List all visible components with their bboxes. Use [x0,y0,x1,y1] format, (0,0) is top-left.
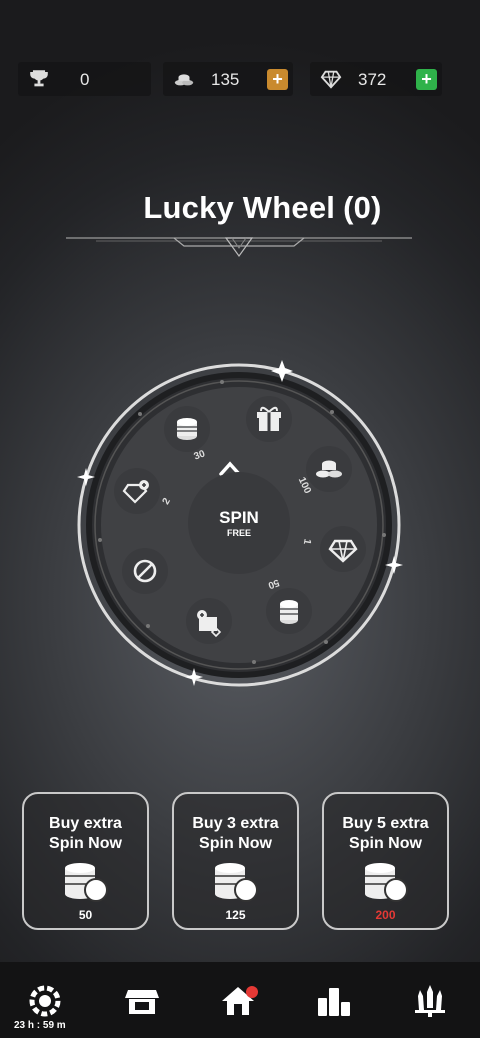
gift-icon [257,406,281,431]
shop-icon [125,990,159,1014]
offer-label-line2: Spin Now [199,835,272,852]
segment-gem-bonus [186,598,232,644]
trophy-counter: 0 [18,62,151,96]
swords-icon [415,985,445,1017]
segment-empty [122,548,168,594]
buy-3-extra-spins-button[interactable]: Buy 3 extra Spin Now 125 [172,792,299,930]
diamond-icon [320,70,342,89]
spin-free-label: FREE [226,528,251,538]
offer-label: Buy extra Spin Now [24,814,147,854]
offer-label-line1: Buy 5 extra [342,815,429,832]
segment-gem-plus [114,468,160,514]
offer-price-discount: 200 [375,908,396,922]
offer-label: Buy 5 extra Spin Now [324,814,447,854]
spin-count: (0) [343,190,382,225]
nav-lucky-wheel[interactable] [28,984,64,1018]
spin-button[interactable]: SPIN FREE [188,472,290,574]
offer-label: Buy 3 extra Spin Now [174,814,297,854]
nav-leaderboard[interactable] [316,984,352,1018]
page-title-text: Lucky Wheel [143,190,336,225]
notification-dot [246,986,258,998]
trophy-icon [30,70,48,87]
title-area: Lucky Wheel (0) [0,190,480,226]
nav-battle[interactable] [412,984,448,1018]
segment-gem [320,526,366,572]
offer-label-line1: Buy 3 extra [192,815,279,832]
segment-amount-1: 1 [300,537,313,546]
no-entry-icon [133,559,157,583]
coin-stack-icon [316,460,342,478]
coin-stack-icon [177,418,197,440]
add-coins-button[interactable]: + [267,69,288,90]
trophy-count: 0 [80,70,90,89]
gem-count: 372 [358,70,387,89]
coin-stack-icon [280,600,298,624]
buy-5-extra-spins-button[interactable]: Buy 5 extra Spin Now 200 [322,792,449,930]
coin-stack-icon [215,863,258,902]
segment-coins-100 [306,446,352,492]
leaderboard-icon [318,988,350,1016]
spin-label: SPIN [219,508,259,527]
coin-count: 135 [211,70,240,89]
segment-gift [246,396,292,442]
buy-extra-spin-button[interactable]: Buy extra Spin Now 50 [22,792,149,930]
wheel-icon [29,985,61,1017]
page-title: Lucky Wheel (0) [0,190,480,226]
wheel-timer: 23 h : 59 m [14,1020,66,1031]
coin-stack-icon [365,863,408,902]
title-divider [66,237,412,258]
gem-counter: 372 + [310,62,442,96]
bottom-nav: 23 h : 59 m [0,962,480,1038]
nav-shop[interactable] [124,984,160,1018]
gem-plus-icon [197,610,222,638]
coin-counter: 135 + [163,62,293,96]
coin-stack-icon [174,74,194,86]
segment-coins-30 [164,406,210,452]
offer-price: 125 [225,908,246,922]
coin-stack-icon [65,863,108,902]
currency-bar: 0 135 + 372 + [18,62,462,98]
gem-icon [328,539,358,563]
gem-plus-icon [122,480,149,504]
offer-label-line2: Spin Now [49,835,122,852]
lucky-wheel[interactable]: 100 1 50 2 30 SPIN FREE [64,350,414,700]
offer-price: 50 [78,908,93,922]
offer-label-line2: Spin Now [349,835,422,852]
segment-coins-50 [266,588,312,634]
add-gems-button[interactable]: + [416,69,437,90]
offer-label-line1: Buy extra [49,815,122,832]
